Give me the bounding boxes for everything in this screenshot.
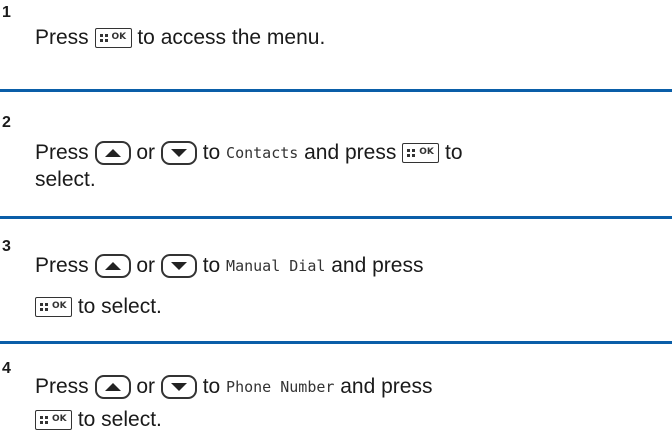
step-number: 2: [2, 114, 11, 131]
menu-ok-key-icon: OK: [402, 143, 440, 163]
step-3-line-2: OK to select.: [35, 295, 162, 319]
up-arrow-key-icon: [94, 375, 131, 399]
step-1-line-1: Press OK to access the menu.: [35, 26, 325, 50]
menu-item-name: Contacts: [226, 144, 299, 162]
up-arrow-key-icon: [94, 254, 131, 278]
step-number: 3: [2, 238, 11, 255]
menu-ok-key-icon: OK: [35, 410, 72, 430]
step-4-line-2: OK to select.: [35, 408, 162, 432]
step-text: Press: [35, 26, 95, 49]
step-number: 1: [2, 4, 11, 21]
step-divider: [0, 89, 672, 92]
step-2-line-2: select.: [35, 168, 96, 191]
menu-ok-key-icon: OK: [94, 28, 132, 48]
menu-ok-key-icon: OK: [35, 297, 72, 317]
step-3-line-1: Press or to Manual Dial and press: [35, 254, 424, 278]
step-number: 4: [2, 360, 11, 377]
up-arrow-key-icon: [94, 141, 131, 165]
step-divider: [0, 216, 672, 219]
down-arrow-key-icon: [160, 375, 197, 399]
step-2-line-1: Press or to Contacts and press OK to: [35, 141, 463, 165]
menu-item-name: Phone Number: [226, 378, 335, 396]
step-divider: [0, 341, 672, 344]
step-4-line-1: Press or to Phone Number and press: [35, 375, 433, 399]
step-text: to access the menu.: [131, 26, 326, 49]
down-arrow-key-icon: [160, 254, 197, 278]
down-arrow-key-icon: [160, 141, 197, 165]
menu-item-name: Manual Dial: [226, 257, 326, 275]
